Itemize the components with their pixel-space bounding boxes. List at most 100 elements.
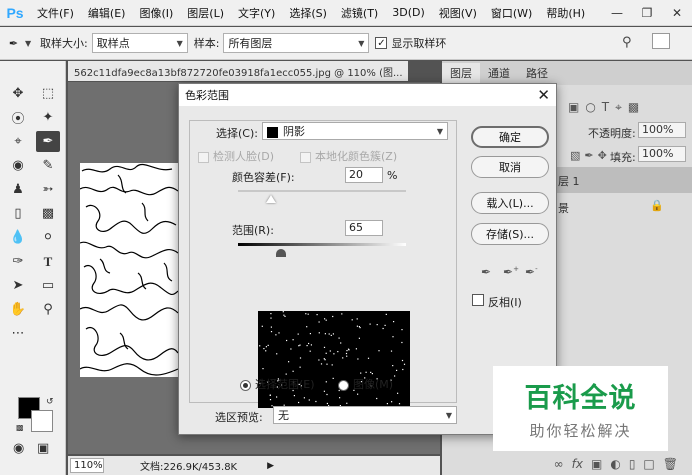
color-swatch <box>267 126 278 138</box>
hand-tool-icon[interactable]: ✋ <box>6 299 30 320</box>
range-slider-thumb[interactable] <box>276 249 286 257</box>
menu-layer[interactable]: 图层(L) <box>180 5 231 21</box>
invert-checkbox[interactable] <box>472 294 484 306</box>
lock-icons[interactable]: ▧✒✥ <box>570 149 611 162</box>
sample-size-select[interactable]: 取样点 ▼ <box>91 33 188 53</box>
link-layers-icon[interactable]: ∞ <box>554 457 564 471</box>
show-ring-checkbox[interactable]: ✓ <box>375 37 388 49</box>
load-button[interactable]: 载入(L)... <box>471 192 549 214</box>
radio-image-option[interactable]: 图像(M) <box>338 376 393 392</box>
invert-option[interactable]: 反相(I) <box>472 294 522 310</box>
path-selection-tool-icon[interactable]: ➤ <box>6 275 30 296</box>
preview-speckle <box>307 313 309 315</box>
preview-speckle <box>320 363 323 365</box>
close-icon[interactable]: ✕ <box>662 0 692 26</box>
move-tool-icon[interactable]: ✥ <box>6 83 30 104</box>
preview-speckle <box>332 333 334 335</box>
opacity-label: 不透明度: <box>588 127 636 140</box>
type-tool-icon[interactable]: T <box>36 251 60 272</box>
document-tab[interactable]: 562c11dfa9ec8a13bf872720fe03918fa1ecc055… <box>68 61 408 81</box>
more-tools-icon[interactable]: ⋯ <box>6 323 30 344</box>
menu-3d[interactable]: 3D(D) <box>385 6 432 19</box>
adjustment-layer-icon[interactable]: ◐ <box>610 457 620 471</box>
pen-tool-icon[interactable]: ✑ <box>6 251 30 272</box>
fill-field[interactable]: 100% <box>638 146 686 162</box>
layer-filter-icons[interactable]: ▣○T⌖▩ <box>568 100 645 115</box>
preview-speckle <box>356 318 358 320</box>
rectangle-tool-icon[interactable]: ▭ <box>36 275 60 296</box>
cancel-button[interactable]: 取消 <box>471 156 549 178</box>
sample-select[interactable]: 所有图层 ▼ <box>223 33 370 53</box>
eyedropper-icon[interactable]: ✒ <box>481 265 491 279</box>
menu-filter[interactable]: 滤镜(T) <box>334 5 385 21</box>
preview-speckle <box>263 348 265 350</box>
new-layer-icon[interactable]: □ <box>643 457 654 471</box>
menu-window[interactable]: 窗口(W) <box>484 5 539 21</box>
swap-colors-icon[interactable]: ↺ <box>46 397 54 407</box>
lasso-tool-icon[interactable]: ⦿ <box>6 107 30 128</box>
zoom-level-field[interactable]: 110% <box>70 458 104 473</box>
menu-type[interactable]: 文字(Y) <box>231 5 282 21</box>
clone-stamp-tool-icon[interactable]: ♟ <box>6 179 30 200</box>
radio-selection-option[interactable]: 选择范围(E) <box>240 376 315 392</box>
crop-tool-icon[interactable]: ⌖ <box>6 131 30 152</box>
range-field[interactable]: 65 <box>345 220 383 236</box>
eyedropper-tool-icon[interactable]: ✒ <box>36 131 60 152</box>
background-color-swatch[interactable] <box>31 410 53 432</box>
brush-tool-icon[interactable]: ✎ <box>36 155 60 176</box>
preview-speckle <box>276 396 278 398</box>
minimize-icon[interactable]: — <box>602 0 632 26</box>
fuzziness-slider-track[interactable] <box>238 190 406 192</box>
save-button[interactable]: 存储(S)... <box>471 223 549 245</box>
dodge-tool-icon[interactable]: ⚪ <box>36 227 60 248</box>
preview-speckle <box>332 315 334 318</box>
dialog-title: 色彩范围 <box>185 89 229 102</box>
eyedropper-plus-icon[interactable]: ✒+ <box>503 265 519 279</box>
tab-channels[interactable]: 通道 <box>480 63 518 85</box>
tab-layers[interactable]: 图层 <box>442 63 480 85</box>
fuzziness-slider-thumb[interactable] <box>266 195 276 203</box>
menu-file[interactable]: 文件(F) <box>30 5 81 21</box>
preview-speckle <box>386 403 388 405</box>
status-arrow-icon[interactable]: ▶ <box>267 461 274 471</box>
search-icon[interactable]: ⚲ <box>622 35 632 50</box>
tab-paths[interactable]: 路径 <box>518 63 556 85</box>
menu-view[interactable]: 视图(V) <box>432 5 484 21</box>
fuzziness-field[interactable]: 20 <box>345 167 383 183</box>
new-group-icon[interactable]: ▯ <box>629 457 636 471</box>
blur-tool-icon[interactable]: 💧 <box>6 227 30 248</box>
radio-image[interactable] <box>338 379 349 391</box>
preview-speckle <box>329 350 331 352</box>
marquee-tool-icon[interactable]: ⬚ <box>36 83 60 104</box>
delete-layer-icon[interactable]: 🗑 <box>663 457 678 471</box>
menu-edit[interactable]: 编辑(E) <box>81 5 133 21</box>
workspace-icon[interactable] <box>652 33 670 49</box>
menu-select[interactable]: 选择(S) <box>282 5 334 21</box>
add-mask-icon[interactable]: ▣ <box>591 457 602 471</box>
preview-mode-select[interactable]: 无 ▼ <box>273 406 457 424</box>
eyedropper-minus-icon[interactable]: ✒- <box>525 265 538 279</box>
select-dropdown[interactable]: 阴影 ▼ <box>262 122 448 140</box>
radio-selection[interactable] <box>240 379 251 391</box>
preview-speckle <box>337 351 339 353</box>
screen-mode-icon[interactable]: ▣ <box>37 441 49 456</box>
history-brush-tool-icon[interactable]: ➳ <box>36 179 60 200</box>
dialog-options-group: 选择(C): 阴影 ▼ 检测人脸(D) 本地化颜色簇(Z) 颜色容差(F): 2… <box>189 120 457 408</box>
gradient-tool-icon[interactable]: ▩ <box>36 203 60 224</box>
opacity-field[interactable]: 100% <box>638 122 686 138</box>
range-slider-track[interactable] <box>238 243 406 246</box>
tool-preset-picker[interactable]: ✒ ▼ <box>0 37 40 50</box>
quick-mask-icon[interactable]: ◉ <box>13 441 24 456</box>
fx-icon[interactable]: fx <box>572 457 583 471</box>
default-colors-icon[interactable]: ▩ <box>16 423 24 432</box>
healing-brush-tool-icon[interactable]: ◉ <box>6 155 30 176</box>
zoom-tool-icon[interactable]: ⚲ <box>36 299 60 320</box>
magic-wand-tool-icon[interactable]: ✦ <box>36 107 60 128</box>
menu-image[interactable]: 图像(I) <box>132 5 180 21</box>
preview-speckle <box>357 358 359 360</box>
restore-icon[interactable]: ❐ <box>632 0 662 26</box>
menu-help[interactable]: 帮助(H) <box>539 5 592 21</box>
ok-button[interactable]: 确定 <box>471 126 549 148</box>
eraser-tool-icon[interactable]: ▯ <box>6 203 30 224</box>
close-icon[interactable]: ✕ <box>537 86 550 104</box>
